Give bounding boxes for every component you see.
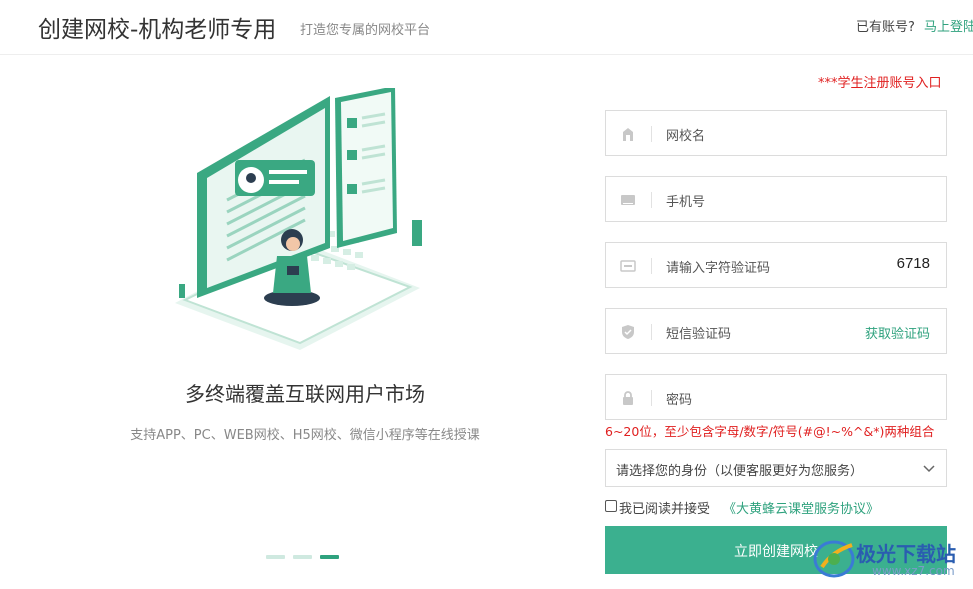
watermark-text: 极光下载站 [856,542,956,566]
carousel-dot-active[interactable] [320,555,339,559]
chevron-down-icon [923,465,935,473]
shield-icon [622,325,634,339]
phone-input[interactable]: 手机号 [605,176,947,222]
agreement-link[interactable]: 《大黄蜂云课堂服务协议》 [723,498,879,517]
captcha-input[interactable]: 请输入字符验证码 6718 [605,242,947,288]
divider [651,126,652,142]
page-subtitle: 打造您专属的网校平台 [300,23,431,38]
agreement-checkbox[interactable] [605,500,617,512]
phone-placeholder: 手机号 [666,195,706,210]
carousel-indicator [266,555,346,559]
watermark-url: www.xz7.com [872,564,955,578]
phone-icon [621,195,635,205]
role-select-value: 请选择您的身份（以便客服更好为您服务） [616,464,864,479]
lock-icon [623,391,633,405]
watermark: 极光下载站 www.xz7.com [812,533,972,583]
have-account-label: 已有账号? [856,20,915,35]
school-name-placeholder: 网校名 [666,129,706,144]
get-sms-code-button[interactable]: 获取验证码 [865,323,930,342]
divider [651,192,652,208]
password-placeholder: 密码 [666,393,693,408]
page-title: 创建网校-机构老师专用 [38,17,277,43]
divider [651,390,652,406]
captcha-placeholder: 请输入字符验证码 [666,261,771,276]
promo-subtitle: 支持APP、PC、WEB网校、H5网校、微信小程序等在线授课 [130,428,480,443]
page: 创建网校-机构老师专用 打造您专属的网校平台 已有账号? 马上登陆 多终端覆盖互… [0,0,973,589]
sms-code-placeholder: 短信验证码 [666,327,732,342]
carousel-dot[interactable] [266,555,285,559]
laptop-illustration [175,88,422,350]
carousel-dot[interactable] [293,555,312,559]
divider [651,324,652,340]
school-name-input[interactable]: 网校名 [605,110,947,156]
building-icon [623,128,633,141]
password-input[interactable]: 密码 [605,374,947,420]
divider [651,258,652,274]
promo-title: 多终端覆盖互联网用户市场 [185,382,425,406]
sms-code-input[interactable]: 短信验证码 获取验证码 [605,308,947,354]
student-register-link[interactable]: ***学生注册账号入口 [818,72,942,91]
login-link[interactable]: 马上登陆 [924,16,973,35]
agreement-text: 我已阅读并接受 [619,502,711,517]
watermark-logo-icon [813,540,855,578]
captcha-image[interactable]: 6718 [897,255,930,272]
password-hint: 6~20位，至少包含字母/数字/符号(#@!~%^&*)两种组合 [605,424,935,439]
header: 创建网校-机构老师专用 打造您专属的网校平台 已有账号? 马上登陆 [0,0,973,55]
role-select[interactable]: 请选择您的身份（以便客服更好为您服务） [605,449,947,487]
captcha-icon [620,260,636,272]
